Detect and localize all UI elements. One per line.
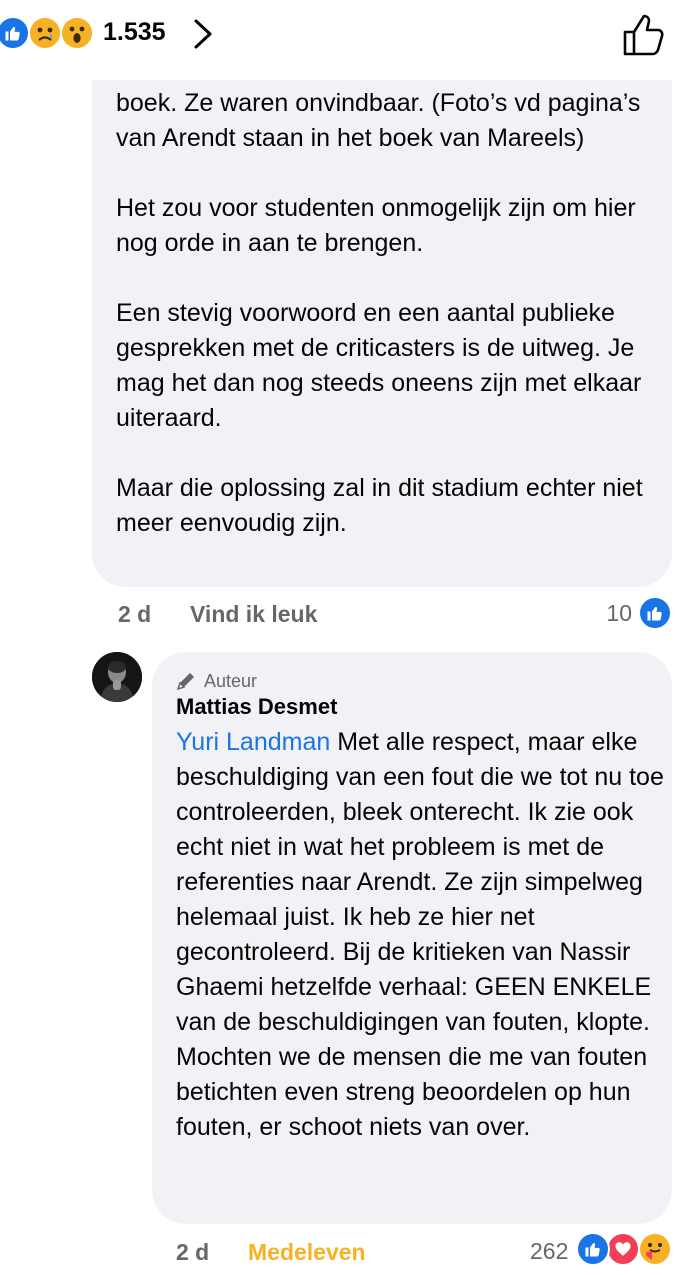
comment-reaction-count[interactable]: 10 xyxy=(606,600,632,627)
reply-bubble: Auteur Mattias Desmet Yuri Landman Met a… xyxy=(152,652,672,1224)
mention-link[interactable]: Yuri Landman xyxy=(176,728,330,756)
thumbs-up-icon[interactable] xyxy=(620,12,666,58)
comment-reaction-count[interactable]: 262 xyxy=(530,1238,568,1265)
author-badge: Auteur xyxy=(176,669,257,693)
comment-paragraph: Maar die oplossing zal in dit stadium ec… xyxy=(116,474,643,537)
comment-meta: 2 d Medeleven 262 xyxy=(176,1232,674,1270)
comment-bubble: boek. Ze waren onvindbaar. (Foto’s vd pa… xyxy=(92,80,672,587)
comment-timestamp: 2 d xyxy=(118,601,152,627)
comment-author-name[interactable]: Mattias Desmet xyxy=(176,694,337,720)
comment-body: Met alle respect, maar elke beschuldigin… xyxy=(176,728,664,1141)
wow-face-icon xyxy=(60,16,94,50)
reaction-total-count: 1.535 xyxy=(103,18,166,46)
reaction-icons xyxy=(0,16,100,50)
sad-face-icon xyxy=(28,16,62,50)
care-icon[interactable] xyxy=(638,1232,672,1266)
comment-paragraph: Het zou voor studenten onmogelijk zijn o… xyxy=(116,194,636,257)
comment-text: Yuri Landman Met alle respect, maar elke… xyxy=(176,725,666,1145)
pen-icon xyxy=(176,673,194,691)
comment-timestamp: 2 d xyxy=(176,1239,210,1265)
like-icon[interactable] xyxy=(576,1232,610,1266)
comment-meta: 2 d Vind ik leuk 10 xyxy=(118,596,674,632)
chevron-right-icon[interactable] xyxy=(188,17,218,51)
avatar[interactable] xyxy=(92,652,142,702)
reactions-summary-bar[interactable]: 1.535 xyxy=(0,0,676,70)
like-icon xyxy=(0,16,30,50)
like-action-button[interactable]: Vind ik leuk xyxy=(190,601,317,628)
like-icon[interactable] xyxy=(638,596,672,630)
love-icon[interactable] xyxy=(606,1232,640,1266)
care-action-button[interactable]: Medeleven xyxy=(248,1239,366,1266)
author-badge-label: Auteur xyxy=(204,670,258,691)
comment-paragraph: boek. Ze waren onvindbaar. (Foto’s vd pa… xyxy=(116,89,641,152)
comment-text: boek. Ze waren onvindbaar. (Foto’s vd pa… xyxy=(116,86,661,541)
comment-paragraph: Een stevig voorwoord en een aantal publi… xyxy=(116,299,642,432)
